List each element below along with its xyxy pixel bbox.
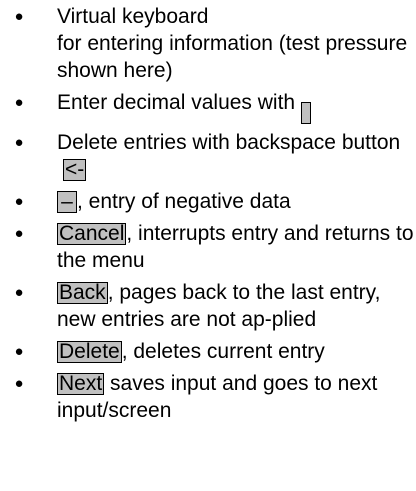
bullet-icon: ● bbox=[14, 343, 24, 360]
item-text: Virtual keyboard for entering informatio… bbox=[57, 5, 408, 82]
minus-key-label: – bbox=[57, 191, 77, 213]
list-item-decimal: ● Enter decimal values with . bbox=[0, 89, 416, 124]
item-text: , entry of negative data bbox=[77, 190, 291, 213]
list-item-next: ● Next saves input and goes to next inpu… bbox=[0, 370, 416, 424]
bullet-icon: ● bbox=[14, 134, 24, 151]
list-item-virtual-keyboard: ● Virtual keyboard for entering informat… bbox=[0, 3, 416, 84]
bullet-icon: ● bbox=[14, 193, 24, 210]
list-item-back: ● Back, pages back to the last entry, ne… bbox=[0, 279, 416, 333]
next-key-label: Next bbox=[57, 372, 105, 395]
list-item-delete: ● Delete, deletes current entry bbox=[0, 338, 416, 365]
bullet-icon: ● bbox=[14, 8, 24, 25]
item-text: saves input and goes to next input/scree… bbox=[57, 372, 378, 422]
cancel-key-label: Cancel bbox=[57, 222, 127, 245]
back-key-label: Back bbox=[57, 281, 108, 304]
list-item-cancel: ● Cancel, interrupts entry and returns t… bbox=[0, 220, 416, 274]
item-text: , deletes current entry bbox=[121, 340, 325, 363]
list-item-negative: ● –, entry of negative data bbox=[0, 188, 416, 215]
list-item-backspace: ● Delete entries with backspace button <- bbox=[0, 129, 416, 183]
item-text: Enter decimal values with bbox=[57, 91, 296, 114]
decimal-key-icon: . bbox=[300, 102, 311, 124]
item-text: Delete entries with backspace button bbox=[57, 131, 401, 154]
instruction-list: ● Virtual keyboard for entering informat… bbox=[0, 3, 416, 429]
bullet-icon: ● bbox=[14, 94, 24, 111]
bullet-icon: ● bbox=[14, 375, 24, 392]
backspace-key-label: <- bbox=[63, 158, 87, 181]
bullet-icon: ● bbox=[14, 284, 24, 301]
bullet-icon: ● bbox=[14, 225, 24, 242]
delete-key-label: Delete bbox=[57, 340, 122, 363]
